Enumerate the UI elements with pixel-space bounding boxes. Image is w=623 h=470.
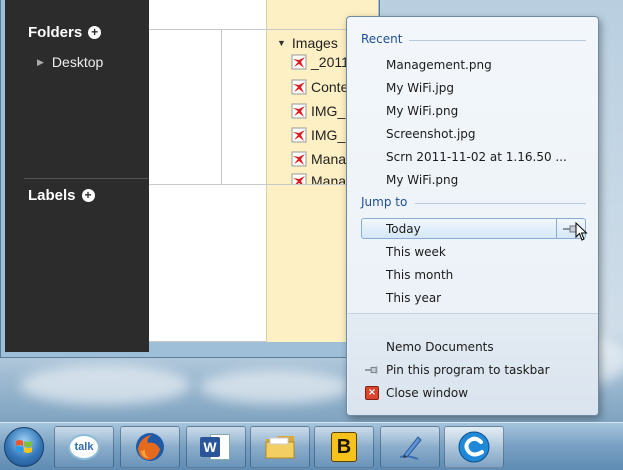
recent-item[interactable]: My WiFi.png [386, 104, 458, 118]
firefox-icon [136, 433, 164, 461]
content-area: ▼ Images _2011 Content IMG_ IMG_ Managem… [149, 0, 378, 342]
labels-heading-label: Labels [28, 187, 76, 204]
add-label-icon[interactable]: + [81, 189, 95, 202]
broken-image-icon [291, 127, 307, 143]
folder-icon [265, 436, 295, 459]
tree-folder-images[interactable]: ▼ Images [277, 35, 338, 51]
windows-logo-icon [16, 440, 32, 453]
recent-item[interactable]: Scrn 2011-11-02 at 1.16.50 ... [386, 150, 567, 164]
recent-section-label: Recent [361, 32, 403, 46]
jump-item[interactable]: This year [386, 291, 441, 305]
close-window-icon: × [365, 386, 379, 400]
recent-item[interactable]: Screenshot.jpg [386, 127, 476, 141]
word-icon: W [200, 432, 232, 462]
sidebar: Folders + ▶ Desktop Labels + [5, 0, 149, 352]
jump-to-section-label: Jump to [361, 195, 408, 209]
jump-item[interactable]: This month [386, 268, 453, 282]
file-name: IMG_ [311, 103, 346, 119]
grid-line [221, 29, 222, 184]
nemo-documents-icon [458, 431, 490, 463]
grid-line [149, 184, 378, 185]
jump-item[interactable]: This week [386, 245, 446, 259]
taskbar-app-nemo-documents[interactable] [444, 426, 504, 468]
section-rule [415, 203, 586, 204]
collapse-triangle-icon[interactable]: ▼ [277, 38, 286, 48]
taskbar-app-firefox[interactable] [120, 426, 180, 468]
recent-item[interactable]: My WiFi.jpg [386, 81, 454, 95]
file-name: _2011 [311, 54, 349, 70]
word-glyph: W [203, 439, 217, 455]
jump-item[interactable]: Today [386, 222, 421, 236]
talk-glyph: talk [74, 441, 94, 453]
file-name: IMG_ [311, 127, 346, 143]
jump-list-menu: Recent Management.png My WiFi.jpg My WiF… [346, 16, 599, 416]
open-app-task[interactable]: Nemo Documents [386, 340, 494, 354]
pen-app-icon [399, 436, 422, 460]
sidebar-item-label: Desktop [51, 54, 104, 70]
taskbar-app-bold-b[interactable]: B [314, 426, 374, 468]
recent-item[interactable]: Management.png [386, 58, 492, 72]
broken-image-icon [291, 173, 307, 184]
taskbar-app-pen[interactable] [380, 426, 440, 468]
taskbar-app-google-talk[interactable]: talk [54, 426, 114, 468]
section-rule [409, 40, 586, 41]
broken-image-icon [291, 103, 307, 119]
google-talk-icon: talk [68, 434, 100, 460]
expand-triangle-icon[interactable]: ▶ [37, 57, 44, 68]
taskbar: talk W B [0, 422, 623, 470]
b-glyph: B [336, 435, 352, 458]
start-button[interactable] [4, 427, 44, 467]
broken-image-icon [291, 54, 307, 70]
mouse-cursor-icon [575, 222, 588, 241]
bold-b-app-icon: B [331, 432, 357, 462]
close-window-task[interactable]: Close window [386, 386, 468, 400]
folders-heading: Folders + [28, 24, 102, 41]
pin-to-taskbar-task[interactable]: Pin this program to taskbar [386, 363, 550, 377]
taskbar-app-word[interactable]: W [186, 426, 246, 468]
tree-folder-label: Images [291, 35, 338, 51]
add-folder-icon[interactable]: + [88, 26, 102, 39]
taskbar-app-explorer[interactable] [250, 426, 310, 468]
sidebar-item-desktop[interactable]: ▶ Desktop [37, 54, 103, 70]
labels-heading: Labels + [28, 187, 95, 204]
broken-image-icon [291, 151, 307, 167]
recent-item[interactable]: My WiFi.png [386, 173, 458, 187]
grid-line [149, 29, 378, 30]
pin-icon [365, 366, 378, 374]
app-window: Folders + ▶ Desktop Labels + ▼ Images _2… [0, 0, 380, 358]
broken-image-icon [291, 79, 307, 95]
sidebar-divider [24, 178, 148, 179]
folders-heading-label: Folders [28, 24, 83, 41]
